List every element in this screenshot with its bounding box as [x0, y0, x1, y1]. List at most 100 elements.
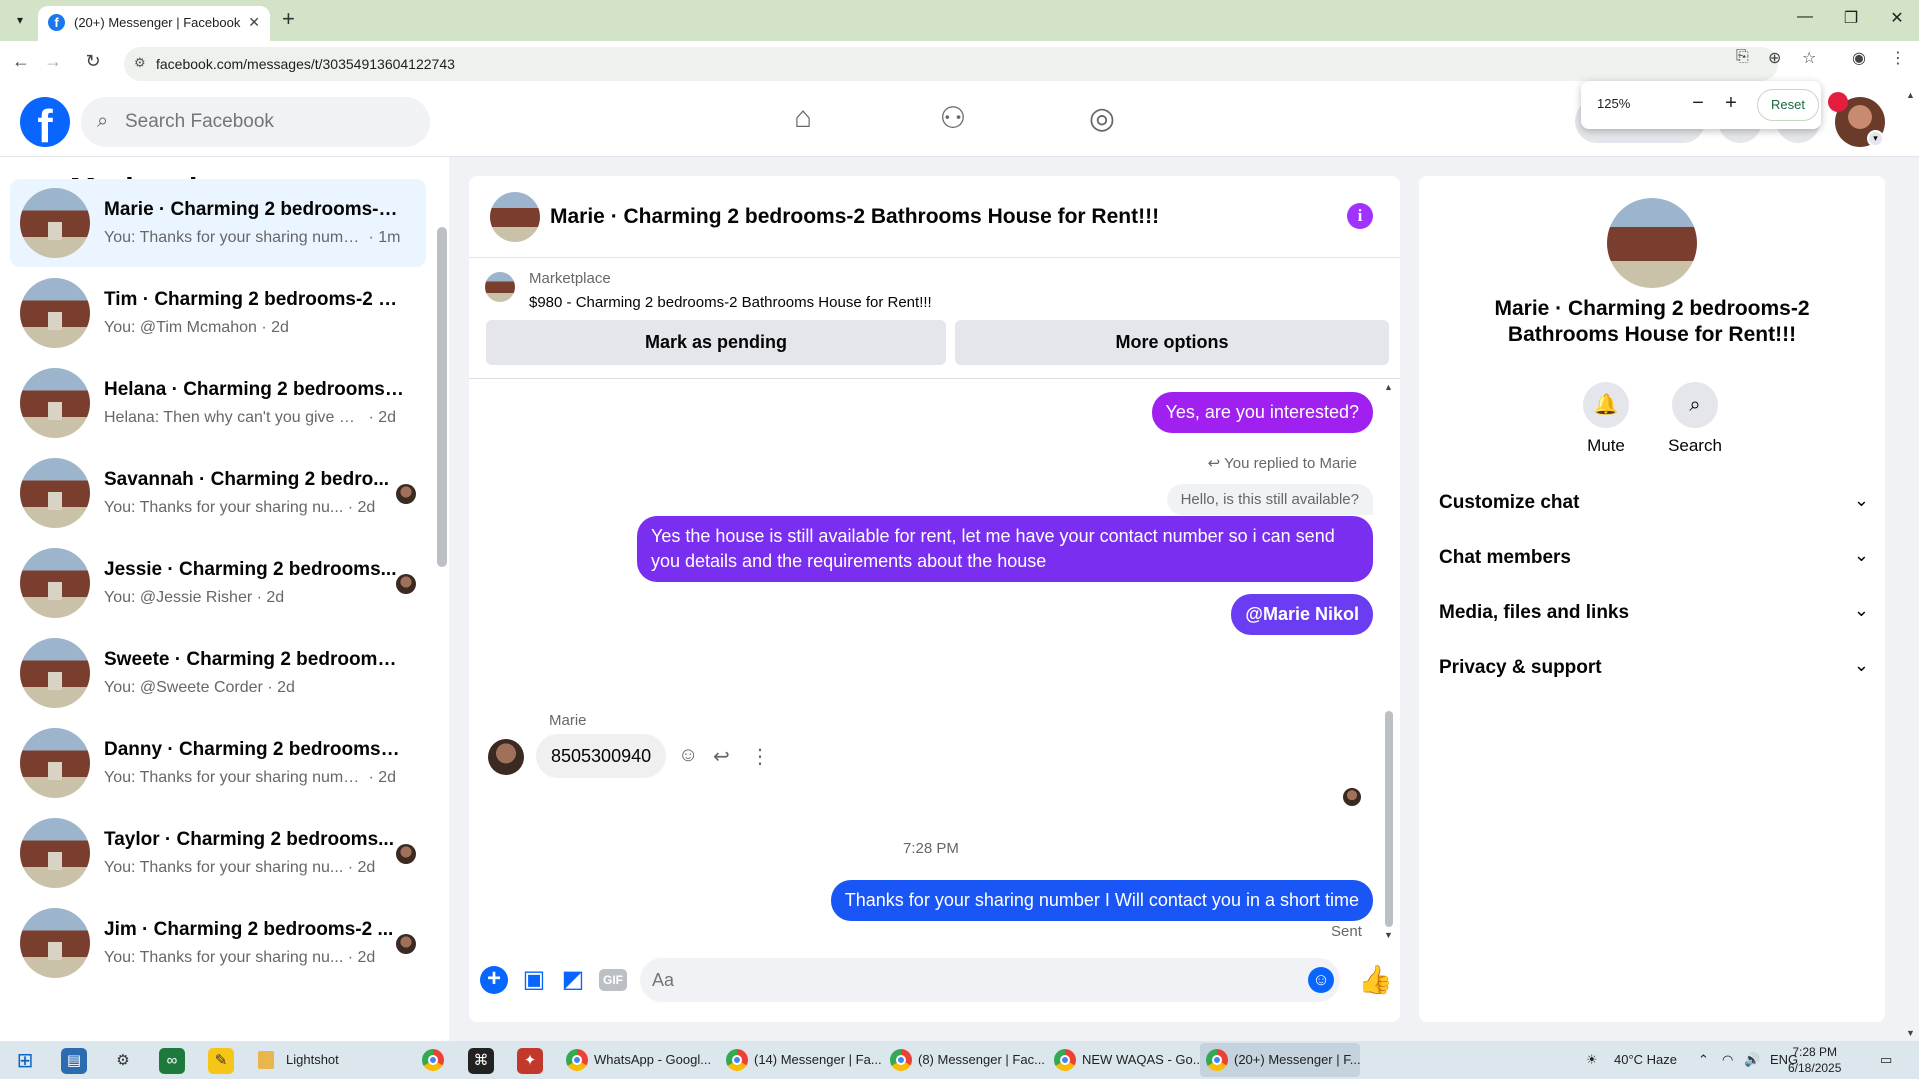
page-scroll-down-icon[interactable]: ▼ — [1906, 1028, 1915, 1038]
outgoing-mention-message[interactable]: @Marie Nikol — [1231, 594, 1373, 635]
address-bar[interactable]: ⚙ facebook.com/messages/t/30354913604122… — [124, 47, 1778, 81]
conversation-item[interactable]: Helana · Charming 2 bedrooms-... Helana: … — [10, 359, 426, 447]
outgoing-message[interactable]: Yes, are you interested? — [1151, 392, 1373, 433]
chat-title[interactable]: Marie · Charming 2 bedrooms-2 Bathrooms … — [550, 205, 1159, 229]
chat-avatar[interactable] — [490, 192, 540, 242]
conversation-item[interactable]: Tim · Charming 2 bedrooms-2 B... You: @Ti… — [10, 269, 426, 357]
facebook-logo-icon[interactable]: f — [20, 97, 70, 152]
clock[interactable]: 7:28 PM 6/18/2025 — [1788, 1044, 1841, 1076]
sticker-icon[interactable]: ◩ — [559, 966, 587, 994]
volume-icon[interactable]: 🔊 — [1744, 1052, 1760, 1068]
details-avatar[interactable] — [1607, 198, 1697, 288]
scroll-up-icon[interactable]: ▲ — [1384, 382, 1393, 392]
section-customize-chat[interactable]: Customize chat ⌄ — [1439, 484, 1869, 524]
notification-center-icon[interactable]: ▭ — [1880, 1052, 1892, 1068]
facebook-search-input[interactable] — [125, 108, 415, 136]
site-info-icon[interactable]: ⚙ — [134, 55, 146, 71]
plus-icon[interactable]: + — [480, 966, 508, 994]
taskbar-item-whatsapp[interactable]: WhatsApp - Googl... — [560, 1043, 711, 1077]
sender-avatar[interactable] — [488, 739, 524, 775]
reply-icon[interactable]: ↩ — [713, 744, 730, 769]
gif-icon[interactable]: GIF — [599, 969, 627, 991]
chat-scrollbar[interactable] — [1385, 711, 1393, 927]
taskbar-lightshot[interactable]: Lightshot — [252, 1043, 372, 1077]
tray-chevron-up-icon[interactable]: ⌃ — [1698, 1052, 1709, 1068]
bell-icon[interactable]: 🔔 — [1583, 382, 1629, 428]
zoom-in-icon[interactable]: + — [1719, 92, 1743, 115]
conversation-item[interactable]: Savannah · Charming 2 bedro... You: Thank… — [10, 449, 426, 537]
minimize-icon[interactable]: — — [1790, 8, 1820, 26]
search-icon[interactable]: ⌕ — [1672, 382, 1718, 428]
zoom-icon[interactable]: ⊕ — [1768, 48, 1781, 68]
listing-title[interactable]: $980 - Charming 2 bedrooms-2 Bathrooms H… — [529, 294, 932, 311]
outgoing-message[interactable]: Yes the house is still available for ren… — [637, 516, 1373, 582]
app-icon[interactable]: ∞ — [159, 1048, 185, 1074]
more-options-button[interactable]: More options — [955, 320, 1389, 365]
thumbs-up-icon[interactable]: 👍 — [1358, 963, 1393, 996]
outgoing-message[interactable]: Thanks for your sharing number I Will co… — [830, 880, 1373, 921]
taskbar-chrome[interactable] — [416, 1043, 450, 1077]
section-chat-members[interactable]: Chat members ⌄ — [1439, 539, 1869, 579]
conversation-thumbnail — [20, 638, 90, 708]
weather-text[interactable]: 40°C Haze — [1614, 1052, 1677, 1067]
new-tab-icon[interactable]: + — [282, 6, 295, 32]
file-explorer-icon[interactable]: ▤ — [61, 1048, 87, 1074]
taskbar-item-messenger-14[interactable]: (14) Messenger | Fa... — [720, 1043, 882, 1077]
more-actions-icon[interactable]: ⋮ — [750, 744, 770, 769]
restore-icon[interactable]: ❐ — [1836, 8, 1866, 28]
section-media-files-links[interactable]: Media, files and links ⌄ — [1439, 594, 1869, 634]
browser-tab-active[interactable]: f (20+) Messenger | Facebook ✕ — [38, 6, 270, 41]
reload-icon[interactable]: ↻ — [80, 51, 106, 72]
facebook-search[interactable]: ⌕ — [81, 97, 430, 147]
search-label[interactable]: Search — [1655, 436, 1735, 456]
browser-menu-icon[interactable]: ⋮ — [1890, 48, 1906, 68]
listing-thumbnail[interactable] — [485, 272, 515, 302]
conversation-item[interactable]: Jim · Charming 2 bedrooms-2 ... You: Than… — [10, 899, 426, 987]
home-icon[interactable]: ⌂ — [773, 101, 833, 145]
photo-icon[interactable]: ▣ — [520, 966, 548, 994]
page-scroll-up-icon[interactable]: ▲ — [1906, 90, 1915, 100]
back-icon[interactable]: ← — [8, 51, 34, 72]
message-input[interactable] — [652, 966, 1272, 994]
friends-icon[interactable]: ⚇ — [923, 101, 983, 145]
conversation-item[interactable]: Taylor · Charming 2 bedrooms... You: Than… — [10, 809, 426, 897]
taskbar-item-new-waqas[interactable]: NEW WAQAS - Go... — [1048, 1043, 1204, 1077]
weather-icon[interactable]: ☀ — [1586, 1052, 1598, 1068]
mute-label[interactable]: Mute — [1566, 436, 1646, 456]
react-emoji-icon[interactable]: ☺ — [678, 744, 698, 767]
conversation-item[interactable]: Jessie · Charming 2 bedrooms... You: @Jes… — [10, 539, 426, 627]
conversation-name: Jessie · Charming 2 bedrooms... — [104, 559, 397, 580]
groups-icon[interactable]: ◎ — [1072, 101, 1132, 145]
conversation-item[interactable]: Danny · Charming 2 bedrooms-2... You: Tha… — [10, 719, 426, 807]
tab-close-icon[interactable]: ✕ — [248, 14, 260, 31]
sidebar-scrollbar[interactable] — [437, 227, 447, 567]
taskbar-item-messenger-20[interactable]: (20+) Messenger | F... — [1200, 1043, 1361, 1077]
sticky-notes-icon[interactable]: ✎ — [208, 1048, 234, 1074]
section-privacy-support[interactable]: Privacy & support ⌄ — [1439, 649, 1869, 689]
info-icon[interactable]: i — [1347, 203, 1373, 229]
window-close-icon[interactable]: ✕ — [1882, 8, 1912, 28]
windows-start-icon[interactable]: ⊞ — [12, 1048, 38, 1074]
account-chevron-down-icon[interactable]: ▾ — [1867, 130, 1884, 147]
conversation-item[interactable]: Marie · Charming 2 bedrooms-2 ... You: Th… — [10, 179, 426, 267]
conversation-item[interactable]: Sweete · Charming 2 bedrooms-... You: @Sw… — [10, 629, 426, 717]
mark-as-pending-button[interactable]: Mark as pending — [486, 320, 946, 365]
app-icon[interactable]: ⌘ — [468, 1048, 494, 1074]
zoom-out-icon[interactable]: − — [1686, 92, 1710, 115]
app-icon[interactable]: ✦ — [517, 1048, 543, 1074]
taskbar-item-messenger-8[interactable]: (8) Messenger | Fac... — [884, 1043, 1045, 1077]
incoming-message[interactable]: 8505300940 — [536, 734, 667, 778]
install-app-icon[interactable]: ⎘ — [1736, 48, 1749, 66]
bookmark-star-icon[interactable]: ☆ — [1802, 48, 1816, 68]
replied-message-quote[interactable]: Hello, is this still available? — [1166, 484, 1373, 515]
tab-search-dropdown-icon[interactable]: ▾ — [8, 8, 32, 32]
settings-gear-icon[interactable]: ⚙ — [110, 1048, 136, 1074]
zoom-reset-button[interactable]: Reset — [1757, 89, 1819, 121]
forward-icon[interactable]: → — [40, 51, 66, 72]
wifi-icon[interactable]: ◠ — [1722, 1052, 1733, 1068]
scroll-down-icon[interactable]: ▼ — [1384, 930, 1393, 940]
message-input-box[interactable] — [640, 958, 1340, 1002]
sent-status: Sent — [1331, 923, 1362, 940]
profile-icon[interactable]: ◉ — [1852, 48, 1866, 68]
emoji-icon[interactable]: ☺ — [1308, 967, 1334, 993]
